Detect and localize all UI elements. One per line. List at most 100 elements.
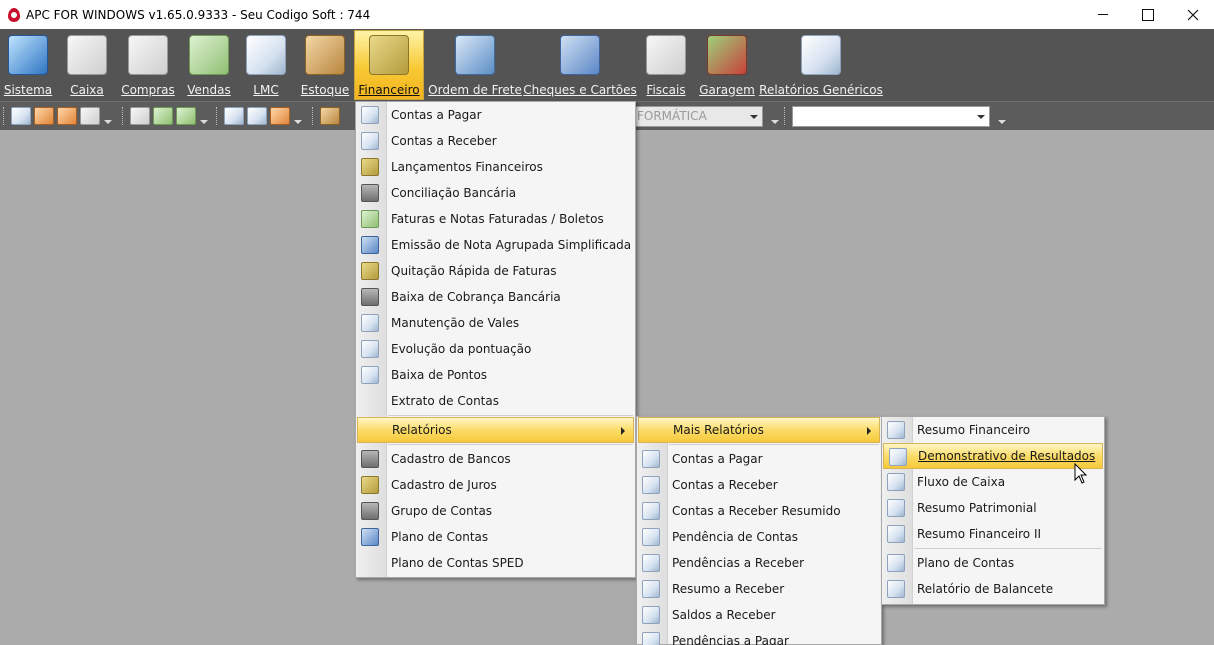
quick-toolbar-group-2 <box>122 105 208 127</box>
toolbar-sistema-button[interactable]: Sistema <box>3 31 53 99</box>
menu-item-rel-contas-a-receber[interactable]: Contas a Receber <box>637 472 881 498</box>
menu-item-manutencao-vales[interactable]: Manutenção de Vales <box>356 310 635 336</box>
money-icon[interactable] <box>153 107 173 125</box>
toolbar-compras-button[interactable]: Compras <box>121 31 175 99</box>
receipt-icon <box>361 262 379 280</box>
menu-item-rel-contas-receber-resumido[interactable]: Contas a Receber Resumido <box>637 498 881 524</box>
report-icon[interactable] <box>247 107 267 125</box>
menu-item-rel-pendencia-contas[interactable]: Pendência de Contas <box>637 524 881 550</box>
menu-item-lancamentos-financeiros[interactable]: Lançamentos Financeiros <box>356 154 635 180</box>
menu-item-label: Extrato de Contas <box>391 394 499 408</box>
calendar-icon[interactable] <box>224 107 244 125</box>
menu-item-baixa-cobranca[interactable]: Baixa de Cobrança Bancária <box>356 284 635 310</box>
report-icon <box>887 580 905 598</box>
menu-item-label: Grupo de Contas <box>391 504 493 518</box>
menu-item-rel-saldos-receber[interactable]: Saldos a Receber <box>637 602 881 628</box>
menu-item-plano-contas[interactable]: Plano de Contas <box>356 524 635 550</box>
menu-item-quitacao-rapida[interactable]: Quitação Rápida de Faturas <box>356 258 635 284</box>
toolbar-garagem-button[interactable]: Garagem <box>699 31 755 99</box>
menu-item-relatorio-balancete[interactable]: Relatório de Balancete <box>882 576 1104 602</box>
menu-item-evolucao-pontuacao[interactable]: Evolução da pontuação <box>356 336 635 362</box>
menu-item-rel-contas-a-pagar[interactable]: Contas a Pagar <box>637 446 881 472</box>
menu-item-label: Contas a Receber <box>391 134 497 148</box>
toolbar-grip[interactable] <box>216 107 219 125</box>
toolbar-dropdown-arrow[interactable] <box>103 105 112 127</box>
menu-item-cadastro-bancos[interactable]: Cadastro de Bancos <box>356 446 635 472</box>
toolbar-vendas-button[interactable]: Vendas <box>185 31 233 99</box>
note-icon <box>361 236 379 254</box>
menu-item-label: Contas a Pagar <box>391 108 482 122</box>
menu-item-contas-a-pagar[interactable]: Contas a Pagar <box>356 102 635 128</box>
toolbar-grip[interactable] <box>784 107 787 125</box>
user-icon[interactable] <box>34 107 54 125</box>
menu-item-baixa-pontos[interactable]: Baixa de Pontos <box>356 362 635 388</box>
close-button[interactable] <box>1170 0 1214 29</box>
menu-item-label: Pendências a Receber <box>672 556 805 570</box>
mais-relatorios-submenu: Resumo Financeiro Demonstrativo de Resul… <box>881 416 1105 605</box>
menu-item-resumo-patrimonial[interactable]: Resumo Patrimonial <box>882 495 1104 521</box>
toolbar-dropdown-arrow[interactable] <box>770 105 779 127</box>
report-icon <box>642 502 660 520</box>
toolbar-ordem-de-frete-button[interactable]: Ordem de Frete <box>428 31 522 99</box>
menu-item-label: Lançamentos Financeiros <box>391 160 543 174</box>
menu-item-rel-resumo-receber[interactable]: Resumo a Receber <box>637 576 881 602</box>
search-combo[interactable] <box>792 106 990 127</box>
box-icon[interactable] <box>320 107 340 125</box>
tools-icon[interactable] <box>80 107 100 125</box>
company-combo[interactable]: FORMÁTICA <box>633 106 763 127</box>
users-icon[interactable] <box>57 107 77 125</box>
menu-item-faturas-boletos[interactable]: Faturas e Notas Faturadas / Boletos <box>356 206 635 232</box>
monitor-icon <box>8 35 48 75</box>
toolbar-grip[interactable] <box>312 107 315 125</box>
menu-item-plano-contas-sped[interactable]: Plano de Contas SPED <box>356 550 635 576</box>
toolbar-relatorios-genericos-button[interactable]: Relatórios Genéricos <box>759 31 883 99</box>
menu-item-extrato-contas[interactable]: Extrato de Contas <box>356 388 635 414</box>
chevron-down-icon <box>977 115 985 119</box>
document-icon <box>361 366 379 384</box>
menu-item-rel-pendencias-pagar[interactable]: Pendências a Pagar <box>637 628 881 645</box>
menu-item-label: Cadastro de Bancos <box>391 452 511 466</box>
toolbar-dropdown-arrow[interactable] <box>199 105 208 127</box>
menu-item-label: Fluxo de Caixa <box>917 475 1006 489</box>
toolbar-grip[interactable] <box>122 107 125 125</box>
menu-item-mais-relatorios[interactable]: Mais Relatórios <box>638 417 880 443</box>
coins-icon <box>361 476 379 494</box>
maximize-button[interactable] <box>1125 0 1171 29</box>
toolbar-cheques-button[interactable]: Cheques e Cartões <box>523 31 637 99</box>
menu-item-resumo-financeiro[interactable]: Resumo Financeiro <box>882 417 1104 443</box>
image-icon[interactable] <box>11 107 31 125</box>
menu-item-label: Emissão de Nota Agrupada Simplificada <box>391 238 632 252</box>
menu-item-relatorios[interactable]: Relatórios <box>357 417 634 443</box>
menu-item-conciliacao-bancaria[interactable]: Conciliação Bancária <box>356 180 635 206</box>
toolbar-lmc-button[interactable]: LMC <box>243 31 289 99</box>
menu-item-contas-a-receber[interactable]: Contas a Receber <box>356 128 635 154</box>
report-icon <box>887 525 905 543</box>
toolbar-financeiro-button[interactable]: Financeiro <box>354 30 424 100</box>
menu-item-cadastro-juros[interactable]: Cadastro de Juros <box>356 472 635 498</box>
minimize-button[interactable] <box>1080 0 1126 29</box>
menu-item-fluxo-caixa[interactable]: Fluxo de Caixa <box>882 469 1104 495</box>
toolbar-dropdown-arrow[interactable] <box>293 105 302 127</box>
document-icon <box>361 132 379 150</box>
toolbar-fiscais-button[interactable]: Fiscais <box>642 31 690 99</box>
toolbar-caixa-button[interactable]: Caixa <box>63 31 111 99</box>
menu-item-label: Contas a Receber Resumido <box>672 504 841 518</box>
menu-item-demonstrativo-resultados[interactable]: Demonstrativo de Resultados <box>883 443 1103 469</box>
menu-item-label: Relatório de Balancete <box>917 582 1054 596</box>
toolbar-grip[interactable] <box>3 107 6 125</box>
menu-item-nota-agrupada[interactable]: Emissão de Nota Agrupada Simplificada <box>356 232 635 258</box>
menu-item-rel-pendencias-receber[interactable]: Pendências a Receber <box>637 550 881 576</box>
report-icon <box>642 580 660 598</box>
menu-item-resumo-financeiro-ii[interactable]: Resumo Financeiro II <box>882 521 1104 547</box>
menu-item-label: Saldos a Receber <box>672 608 776 622</box>
title-bar: APC FOR WINDOWS v1.65.0.9333 - Seu Codig… <box>0 0 1214 29</box>
menu-item-mr-plano-contas[interactable]: Plano de Contas <box>882 550 1104 576</box>
toolbar-estoque-button[interactable]: Estoque <box>299 31 351 99</box>
printer-icon[interactable] <box>130 107 150 125</box>
toolbar-dropdown-arrow[interactable] <box>997 105 1006 127</box>
menu-item-grupo-contas[interactable]: Grupo de Contas <box>356 498 635 524</box>
report-icon <box>642 606 660 624</box>
contact-icon[interactable] <box>270 107 290 125</box>
quick-toolbar-group-4 <box>312 105 340 127</box>
exchange-icon[interactable] <box>176 107 196 125</box>
